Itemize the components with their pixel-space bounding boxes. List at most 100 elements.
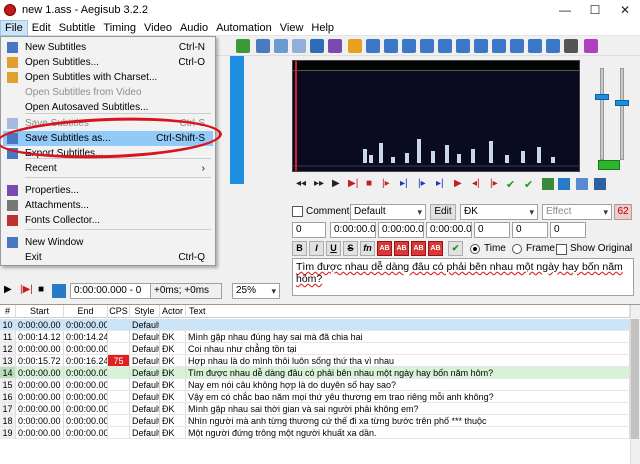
- commit-next-icon[interactable]: ✔: [524, 178, 536, 191]
- volume-slider-thumb[interactable]: [615, 100, 629, 106]
- table-row[interactable]: 14 0:00:00.00 0:00:00.00 Default ĐK Tìm được …: [0, 367, 630, 379]
- menu-item-new-window[interactable]: New Window: [3, 235, 213, 250]
- keyframe-icon[interactable]: [236, 39, 250, 53]
- video-zoom-icon[interactable]: [292, 39, 306, 53]
- select-lines-icon[interactable]: [474, 39, 488, 53]
- shadow-color-button[interactable]: AB: [428, 241, 443, 256]
- auto-scroll-icon[interactable]: [576, 178, 588, 190]
- table-row[interactable]: 18 0:00:00.00 0:00:00.00 Default ĐK Nhìn ngườ…: [0, 415, 630, 427]
- prev-line-icon[interactable]: ◂◂: [296, 178, 308, 190]
- menu-item-open-subtitles-with-charset[interactable]: Open Subtitles with Charset...: [3, 70, 213, 85]
- bold-button[interactable]: B: [292, 241, 307, 256]
- video-zoom-select[interactable]: 25%: [232, 283, 280, 299]
- subtitle-text-editor[interactable]: Tìm được nhau dễ dàng đâu có phải bên nh…: [292, 258, 634, 296]
- video-snap-icon[interactable]: [274, 39, 288, 53]
- play-to-end-icon[interactable]: ▶: [454, 178, 466, 190]
- frame-radio[interactable]: [512, 244, 522, 254]
- video-jump-icon[interactable]: [256, 39, 270, 53]
- close-button[interactable]: ✕: [610, 0, 640, 20]
- table-row[interactable]: 19 0:00:00.00 0:00:00.00 Default ĐK Một người…: [0, 427, 630, 439]
- outline-color-button[interactable]: AB: [411, 241, 426, 256]
- resample-icon[interactable]: [402, 39, 416, 53]
- stop-icon[interactable]: ■: [366, 178, 378, 190]
- auto-next-icon[interactable]: [558, 178, 570, 190]
- commit-icon[interactable]: ✔: [506, 178, 518, 191]
- grid-scrollbar-thumb[interactable]: [631, 319, 639, 439]
- play-after-icon[interactable]: ▸|: [400, 178, 412, 190]
- menu-view[interactable]: View: [276, 20, 308, 36]
- maximize-button[interactable]: ☐: [580, 0, 610, 20]
- minimize-button[interactable]: —: [550, 0, 580, 20]
- video-play-icon[interactable]: ▶: [4, 284, 12, 295]
- edit-style-button[interactable]: Edit: [430, 204, 456, 220]
- next-line-icon[interactable]: ▸▸: [314, 178, 326, 190]
- menu-item-open-autosaved-subtitles[interactable]: Open Autosaved Subtitles...: [3, 100, 213, 115]
- spell-check-icon[interactable]: [348, 39, 362, 53]
- auto-commit-icon[interactable]: [542, 178, 554, 190]
- table-row[interactable]: 12 0:00:00.00 0:00:00.00 Default ĐK Coi nhau …: [0, 343, 630, 355]
- font-button[interactable]: fn: [360, 241, 375, 256]
- zoom-slider[interactable]: [600, 68, 604, 160]
- menu-item-new-subtitles[interactable]: New Subtitles Ctrl-N: [3, 40, 213, 55]
- menu-item-recent[interactable]: Recent ›: [3, 161, 213, 176]
- volume-slider[interactable]: [620, 68, 624, 160]
- menu-automation[interactable]: Automation: [212, 20, 276, 36]
- margin-vertical-field[interactable]: 0: [550, 222, 586, 238]
- properties-icon[interactable]: [328, 39, 342, 53]
- table-row[interactable]: 10 0:00:00.00 0:00:00.00 Default: [0, 319, 630, 331]
- menu-video[interactable]: Video: [140, 20, 176, 36]
- comment-checkbox[interactable]: [292, 206, 303, 217]
- menu-timing[interactable]: Timing: [99, 20, 140, 36]
- playback-cursor[interactable]: [295, 61, 297, 171]
- play-start-icon[interactable]: |▸: [418, 178, 430, 190]
- layer-field[interactable]: 0: [292, 222, 326, 238]
- menu-file[interactable]: File: [0, 19, 28, 36]
- menu-item-exit[interactable]: Exit Ctrl-Q: [3, 250, 213, 265]
- styles-manager-icon[interactable]: [310, 39, 324, 53]
- underline-button[interactable]: U: [326, 241, 341, 256]
- play-before-icon[interactable]: |▸: [382, 178, 394, 190]
- effect-field[interactable]: Effect: [542, 204, 612, 220]
- find-replace-icon[interactable]: [510, 39, 524, 53]
- table-row[interactable]: 13 0:00:15.72 0:00:16.24 75 Default ĐK Hợp nha…: [0, 355, 630, 367]
- spectrum-icon[interactable]: [594, 178, 606, 190]
- commit-check-icon[interactable]: ✔: [448, 241, 463, 256]
- duration-field[interactable]: 0:00:00.00: [426, 222, 472, 238]
- menu-subtitle[interactable]: Subtitle: [55, 20, 100, 36]
- jump-icon[interactable]: [528, 39, 542, 53]
- timing-post-icon[interactable]: [366, 39, 380, 53]
- sort-icon[interactable]: [546, 39, 560, 53]
- style-select[interactable]: Default: [350, 204, 426, 220]
- automation-icon[interactable]: [584, 39, 598, 53]
- menu-audio[interactable]: Audio: [176, 20, 212, 36]
- menu-item-fonts-collector[interactable]: Fonts Collector...: [3, 213, 213, 228]
- margin-right-field[interactable]: 0: [512, 222, 548, 238]
- video-time-field[interactable]: 0:00:00.000 - 0: [70, 283, 152, 299]
- kanji-timer-icon[interactable]: [438, 39, 452, 53]
- menu-item-attachments[interactable]: Attachments...: [3, 198, 213, 213]
- fonts-icon[interactable]: [456, 39, 470, 53]
- audio-waveform[interactable]: [292, 60, 580, 172]
- play-selection-icon[interactable]: ▶: [332, 178, 344, 190]
- lead-in-icon[interactable]: ◂|: [472, 178, 484, 190]
- play-line-icon[interactable]: ▶|: [348, 178, 360, 190]
- video-stop-icon[interactable]: ■: [38, 284, 44, 295]
- menu-edit[interactable]: Edit: [28, 20, 55, 36]
- video-autoscroll-icon[interactable]: [52, 284, 66, 298]
- table-row[interactable]: 11 0:00:14.12 0:00:14.24 Default ĐK Mình gặp …: [0, 331, 630, 343]
- shift-times-icon[interactable]: [384, 39, 398, 53]
- strikeout-button[interactable]: S: [343, 241, 358, 256]
- show-original-checkbox[interactable]: [556, 244, 567, 255]
- find-icon[interactable]: [492, 39, 506, 53]
- time-radio[interactable]: [470, 244, 480, 254]
- options-icon[interactable]: [564, 39, 578, 53]
- end-time-field[interactable]: 0:00:00.00: [378, 222, 424, 238]
- menu-help[interactable]: Help: [307, 20, 338, 36]
- zoom-slider-thumb[interactable]: [595, 94, 609, 100]
- lead-out-icon[interactable]: |▸: [490, 178, 502, 190]
- table-row[interactable]: 17 0:00:00.00 0:00:00.00 Default ĐK Mình gặp …: [0, 403, 630, 415]
- menu-item-open-subtitles[interactable]: Open Subtitles... Ctrl-O: [3, 55, 213, 70]
- translation-icon[interactable]: [420, 39, 434, 53]
- video-play-line-icon[interactable]: |▶|: [20, 284, 33, 295]
- link-audio-icon[interactable]: [598, 160, 620, 170]
